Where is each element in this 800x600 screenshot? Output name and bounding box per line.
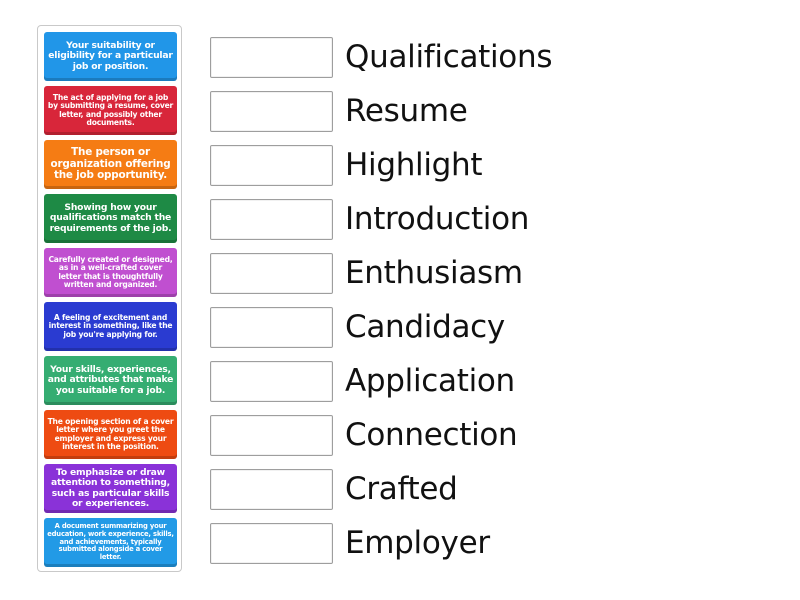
definition-card[interactable]: A feeling of excitement and interest in … [44,302,177,351]
definition-card[interactable]: Carefully created or designed, as in a w… [44,248,177,297]
match-row: Enthusiasm [210,252,523,294]
definition-card[interactable]: Your suitability or eligibility for a pa… [44,32,177,81]
drop-target-box[interactable] [210,468,333,510]
term-label: Enthusiasm [345,254,523,291]
match-row: Qualifications [210,36,552,78]
card-text: Showing how your qualifications match th… [49,202,172,234]
definition-card[interactable]: The person or organization offering the … [44,140,177,189]
drop-target-box[interactable] [210,90,333,132]
drop-target-box[interactable] [210,414,333,456]
card-text: A document summarizing your education, w… [47,522,174,561]
term-label: Candidacy [345,308,505,345]
definition-card[interactable]: Showing how your qualifications match th… [44,194,177,243]
card-text: The opening section of a cover letter wh… [47,416,174,451]
drop-target-box[interactable] [210,306,333,348]
definition-card[interactable]: The opening section of a cover letter wh… [44,410,177,459]
term-label: Resume [345,92,468,129]
definition-card[interactable]: A document summarizing your education, w… [44,518,177,567]
term-label: Application [345,362,515,399]
match-row: Application [210,360,515,402]
match-row: Resume [210,90,468,132]
match-row: Introduction [210,198,529,240]
term-label: Qualifications [345,38,553,75]
card-text: The person or organization offering the … [50,146,171,182]
drop-target-box[interactable] [210,198,333,240]
card-text: To emphasize or draw attention to someth… [51,466,170,509]
match-row: Employer [210,522,490,564]
drop-target-box[interactable] [210,360,333,402]
card-text: Carefully created or designed, as in a w… [48,254,173,289]
match-row: Highlight [210,144,483,186]
drop-target-box[interactable] [210,144,333,186]
card-text: Your suitability or eligibility for a pa… [48,40,173,72]
drop-target-box[interactable] [210,522,333,564]
card-tray: Your suitability or eligibility for a pa… [37,25,182,572]
term-label: Connection [345,416,518,453]
drop-target-box[interactable] [210,36,333,78]
card-text: A feeling of excitement and interest in … [48,312,173,339]
match-row: Connection [210,414,518,456]
definition-card[interactable]: To emphasize or draw attention to someth… [44,464,177,513]
term-label: Employer [345,524,490,561]
term-label: Crafted [345,470,458,507]
definition-card[interactable]: The act of applying for a job by submitt… [44,86,177,135]
match-row: Crafted [210,468,458,510]
match-row: Candidacy [210,306,505,348]
term-label: Highlight [345,146,483,183]
drop-target-box[interactable] [210,252,333,294]
card-text: The act of applying for a job by submitt… [47,92,174,127]
card-text: Your skills, experiences, and attributes… [47,364,174,396]
definition-card[interactable]: Your skills, experiences, and attributes… [44,356,177,405]
term-label: Introduction [345,200,530,237]
